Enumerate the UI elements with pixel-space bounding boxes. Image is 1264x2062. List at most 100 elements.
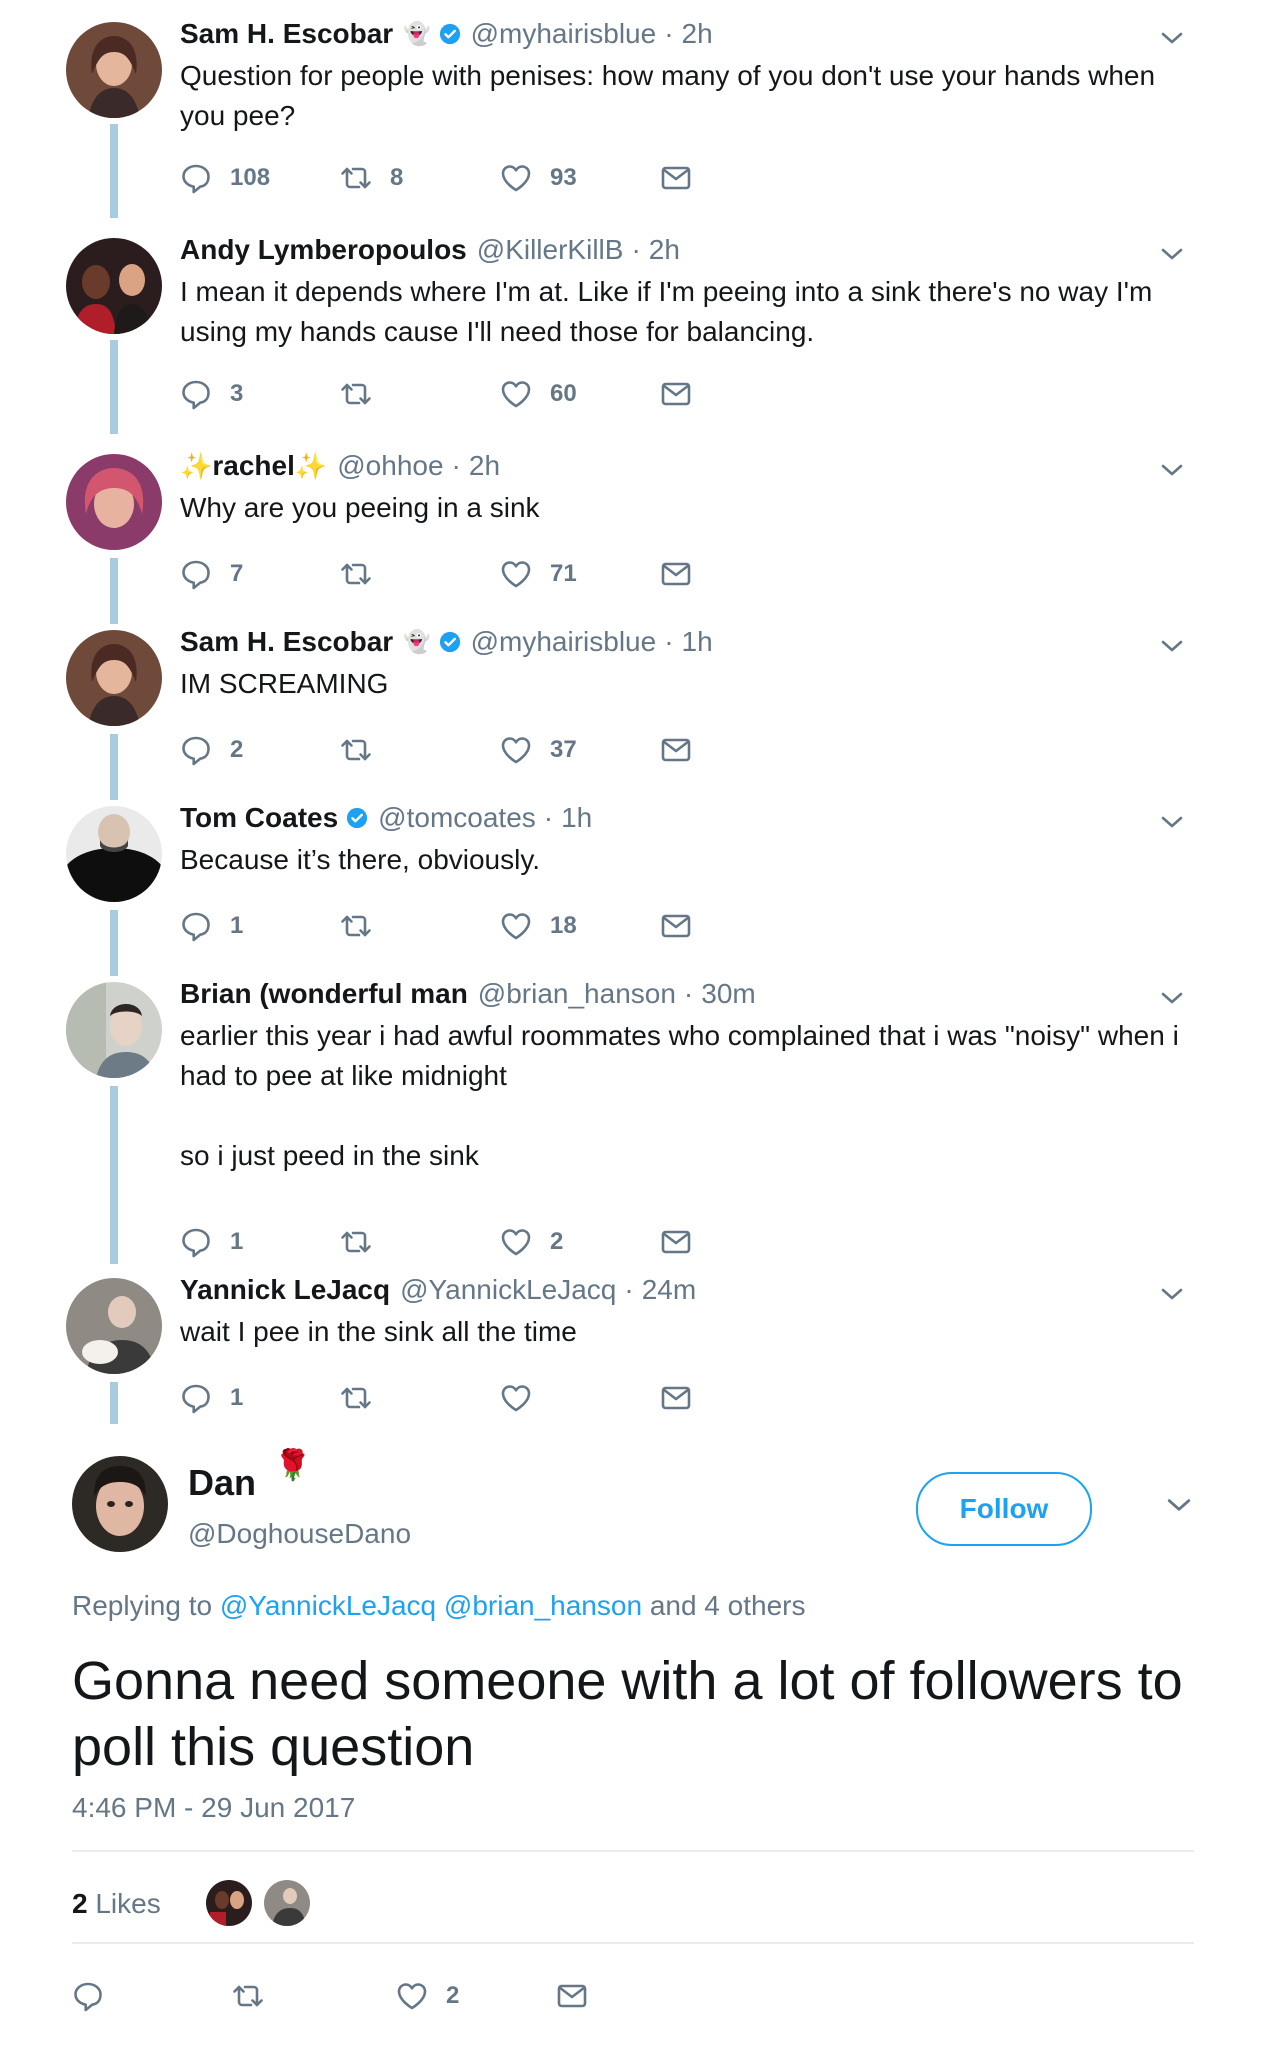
like-button[interactable]: 2 [396,1980,459,2012]
tweet-text: earlier this year i had awful roommates … [180,1016,1200,1176]
dm-button[interactable] [660,910,692,942]
reply-button[interactable]: 1 [180,1382,243,1414]
like-button[interactable] [500,1382,532,1414]
avatar[interactable] [66,238,162,334]
chevron-down-icon[interactable] [1160,810,1184,834]
dm-button[interactable] [660,1382,692,1414]
retweet-button[interactable] [340,1382,372,1414]
like-button[interactable]: 37 [500,734,577,766]
reply-button[interactable]: 7 [180,558,243,590]
dm-button[interactable] [660,378,692,410]
like-icon [500,378,532,410]
separator-dot: · [543,802,554,833]
retweet-button[interactable] [340,910,372,942]
chevron-down-icon[interactable] [1160,458,1184,482]
chevron-down-icon[interactable] [1160,1282,1184,1306]
reply-mention-link[interactable]: @brian_hanson [444,1590,642,1621]
reply-count: 3 [230,380,244,407]
avatar[interactable] [66,454,162,550]
tweet-time[interactable]: 1h [561,802,592,834]
author-handle[interactable]: @myhairisblue [471,626,657,658]
retweet-icon [340,734,372,766]
author-name[interactable]: Yannick LeJacq [180,1274,390,1306]
avatar[interactable] [66,22,162,118]
retweet-button[interactable] [340,1226,372,1258]
dm-button[interactable] [660,162,692,194]
reply-count: 1 [230,1384,244,1411]
avatar[interactable] [66,630,162,726]
reply-button[interactable]: 3 [180,378,243,410]
avatar[interactable] [66,806,162,902]
tweet-text: I mean it depends where I'm at. Like if … [180,276,1153,347]
retweet-icon [340,558,372,590]
like-button[interactable]: 93 [500,162,577,194]
author-name[interactable]: Dan [188,1462,256,1504]
author-name[interactable]: Sam H. Escobar [180,18,393,50]
like-button[interactable]: 2 [500,1226,563,1258]
tweet-time[interactable]: 2h [469,450,500,482]
dm-button[interactable] [660,1226,692,1258]
avatar[interactable] [206,1880,252,1926]
author-name[interactable]: Sam H. Escobar [180,626,393,658]
thread-connector [110,910,118,976]
reply-mention-link[interactable]: @YannickLeJacq [220,1590,436,1621]
replying-others-link[interactable]: and 4 others [650,1590,806,1621]
author-handle[interactable]: @myhairisblue [471,18,657,50]
tweet-time[interactable]: 1h [682,626,713,658]
tweet-time[interactable]: 24m [642,1274,696,1306]
avatar[interactable] [66,982,162,1078]
follow-button[interactable]: Follow [916,1472,1092,1546]
chevron-down-icon[interactable] [1166,1492,1192,1518]
like-button[interactable]: 60 [500,378,577,410]
author-handle[interactable]: @YannickLeJacq [400,1274,616,1306]
author-name[interactable]: Andy Lymberopoulos [180,234,467,266]
separator-dot: · [624,1274,634,1305]
like-icon [500,162,532,194]
author-handle[interactable]: @DoghouseDano [188,1518,411,1550]
chevron-down-icon[interactable] [1160,634,1184,658]
retweet-button[interactable] [340,378,372,410]
dm-button[interactable] [660,558,692,590]
like-button[interactable]: 18 [500,910,577,942]
tweet-timestamp[interactable]: 4:46 PM - 29 Jun 2017 [72,1792,355,1824]
tweet-time[interactable]: 2h [649,234,680,266]
separator-dot: · [683,978,694,1009]
chevron-down-icon[interactable] [1160,242,1184,266]
tweet-time[interactable]: 2h [682,18,713,50]
like-button[interactable]: 71 [500,558,577,590]
dm-button[interactable] [556,1980,588,2012]
likes-summary[interactable]: 2 Likes [72,1888,161,1920]
reply-icon [180,1382,212,1414]
reply-button[interactable] [72,1980,104,2012]
tweet-text-paragraph: so i just peed in the sink [180,1140,479,1171]
verified-icon [439,23,461,45]
author-handle[interactable]: @brian_hanson [478,978,676,1010]
retweet-button[interactable]: 8 [340,162,403,194]
replying-prefix: Replying to [72,1590,213,1621]
reply-button[interactable]: 1 [180,910,243,942]
dm-button[interactable] [660,734,692,766]
author-handle[interactable]: @tomcoates [378,802,536,834]
avatar[interactable] [264,1880,310,1926]
like-icon [500,734,532,766]
avatar[interactable] [66,1278,162,1374]
avatar[interactable] [72,1456,168,1552]
author-handle[interactable]: @ohhoe [337,450,443,482]
retweet-icon [340,910,372,942]
verified-icon [346,807,368,829]
retweet-button[interactable] [340,558,372,590]
author-handle[interactable]: @KillerKillB [477,234,624,266]
retweet-button[interactable] [340,734,372,766]
chevron-down-icon[interactable] [1160,26,1184,50]
author-name[interactable]: Tom Coates [180,802,338,834]
tweet-time[interactable]: 30m [701,978,755,1010]
author-name[interactable]: Brian (wonderful man [180,978,468,1010]
chevron-down-icon[interactable] [1160,986,1184,1010]
reply-button[interactable]: 1 [180,1226,243,1258]
reply-button[interactable]: 108 [180,162,270,194]
dm-icon [660,1382,692,1414]
retweet-button[interactable] [232,1980,264,2012]
thread-connector [110,734,118,800]
author-name[interactable]: rachel [212,450,295,482]
reply-button[interactable]: 2 [180,734,243,766]
